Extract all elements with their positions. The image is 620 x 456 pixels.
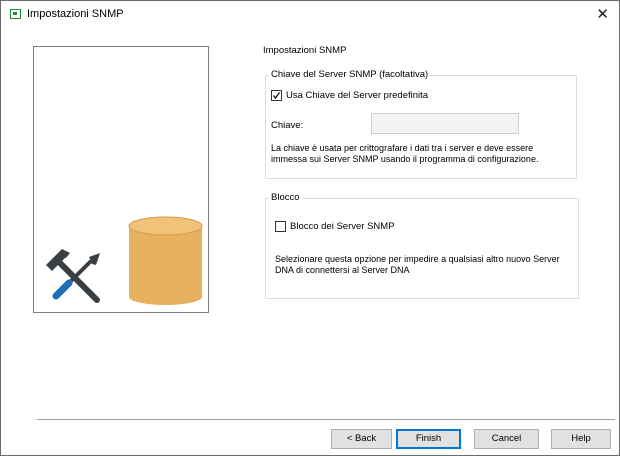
database-icon [128,216,203,305]
server-key-group-label: Chiave del Server SNMP (facoltativa) [269,69,431,80]
tools-icon [46,249,100,303]
lock-description: Selezionare questa opzione per impedire … [275,254,560,275]
help-button[interactable]: Help [551,429,611,449]
checkmark-icon [272,92,281,100]
key-description: La chiave è usata per crittografare i da… [271,143,539,164]
footer-divider [37,419,615,420]
title-bar: Impostazioni SNMP ✕ [1,1,619,27]
lock-group-label: Blocco [269,192,302,203]
lock-server-label[interactable]: Blocco dei Server SNMP [290,221,395,232]
window-title: Impostazioni SNMP [27,8,124,20]
wizard-window: Impostazioni SNMP ✕ Impostazioni SNMP Ch… [0,0,620,456]
key-field-label: Chiave: [271,120,304,131]
lock-server-checkbox[interactable] [275,221,286,232]
app-window-icon [10,9,21,19]
key-field[interactable] [371,113,519,134]
use-default-key-checkbox[interactable] [271,90,282,101]
back-button[interactable]: < Back [331,429,392,449]
wizard-illustration [33,46,209,313]
use-default-key-label[interactable]: Usa Chiave del Server predefinita [286,90,428,101]
lock-group: Blocco [265,192,579,299]
illustration-svg [46,216,203,305]
page-heading: Impostazioni SNMP [263,45,347,56]
close-icon[interactable]: ✕ [596,5,609,23]
cancel-button[interactable]: Cancel [474,429,539,449]
finish-button[interactable]: Finish [396,429,461,449]
